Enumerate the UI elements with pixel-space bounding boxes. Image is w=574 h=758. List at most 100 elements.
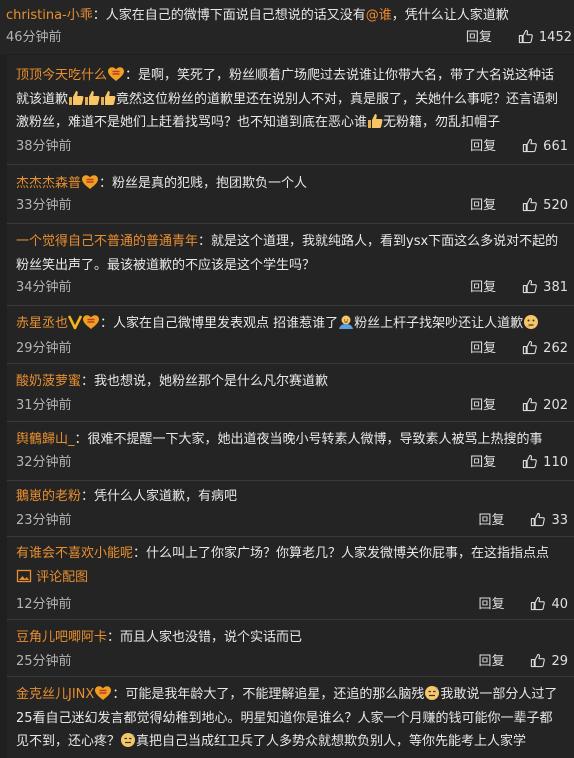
thumbs-up-emoji-icon: [101, 90, 116, 105]
reply-time: 32分钟前: [16, 455, 72, 470]
reply-item: 鵝崽的老粉：凭什么人家道歉，有病吧 23分钟前 回复 33: [7, 481, 574, 538]
thumbs-up-icon: [518, 29, 533, 44]
like-button[interactable]: 110: [522, 454, 568, 470]
reply-body: ：可能是我年龄大了，不能理解追星，还追的那么脑残: [112, 687, 425, 702]
reply-actions: 回复 40: [478, 596, 568, 614]
reply-username[interactable]: 杰杰杰森普: [16, 176, 81, 191]
reply-list: 顶顶今天吃什么 ：是啊，笑死了，粉丝顺着广场爬过去说谁让你带大名，带了大名说这种话…: [7, 55, 574, 758]
reply-text: 有谁会不喜欢小能呢：什么叫上了你家广场？你算老几？人家发微博关你屁事，在这指指点…: [16, 542, 564, 566]
reply-body: ：我也想说，她粉丝那个是什么凡尔赛道歉: [81, 374, 329, 389]
reply-time: 25分钟前: [16, 654, 72, 669]
reply-item: 豆角儿吧唧阿卡：而且人家也没错，说个实话而已 25分钟前 回复 29: [7, 620, 574, 677]
like-count: 661: [543, 139, 568, 154]
reply-button[interactable]: 回复: [478, 512, 504, 530]
reply-username[interactable]: 酸奶菠萝蜜: [16, 374, 81, 389]
reply-body-end: 无粉籍，勿乱扣帽子: [383, 115, 501, 130]
like-button[interactable]: 381: [522, 279, 568, 295]
thumbs-up-icon: [523, 397, 538, 412]
reply-actions: 回复 381: [470, 279, 568, 297]
like-button[interactable]: 661: [522, 138, 568, 154]
reply-text: 一个觉得自己不普通的普通青年：就是这个道理，我就纯路人，看到ysx下面这么多说对…: [16, 230, 564, 277]
reply-button[interactable]: 回复: [470, 279, 496, 297]
reply-actions: 回复 262: [470, 340, 568, 358]
reply-text: 杰杰杰森普 ：粉丝是真的犯贱，抱团欺负一个人: [16, 172, 564, 196]
like-button[interactable]: 202: [522, 397, 568, 413]
reply-item: 顶顶今天吃什么 ：是啊，笑死了，粉丝顺着广场爬过去说谁让你带大名，带了大名说这种话…: [7, 55, 574, 160]
reply-actions: 回复 33: [478, 512, 568, 530]
thumbs-up-icon: [523, 279, 538, 294]
thumbs-up-emoji-icon: [368, 114, 383, 128]
comment-image-label[interactable]: 评论配图: [36, 570, 88, 585]
fan-badge-icon: [83, 315, 100, 329]
reply-username[interactable]: 豆角儿吧唧阿卡: [16, 630, 107, 645]
verified-v-icon: [68, 315, 83, 330]
like-count: 110: [543, 455, 568, 470]
reply-username[interactable]: 舆鶴歸山_: [16, 432, 75, 447]
comment-actions: 回复 1452: [466, 29, 572, 47]
thumbs-up-icon: [531, 596, 546, 611]
like-button[interactable]: 29: [530, 653, 568, 669]
reply-username[interactable]: 鵝崽的老粉: [16, 489, 81, 504]
reply-button[interactable]: 回复: [466, 29, 492, 47]
reply-time: 33分钟前: [16, 198, 72, 213]
reply-username[interactable]: 顶顶今天吃什么: [16, 68, 107, 83]
reply-button[interactable]: 回复: [478, 596, 504, 614]
thumbs-up-icon: [531, 512, 546, 527]
reply-button[interactable]: 回复: [478, 653, 504, 671]
reply-text: 金克丝儿JINX ：可能是我年龄大了，不能理解追星，还追的那么脑残 我敢说一部分人过…: [16, 683, 564, 754]
reply-button[interactable]: 回复: [470, 197, 496, 215]
reply-text: 酸奶菠萝蜜：我也想说，她粉丝那个是什么凡尔赛道歉: [16, 370, 564, 394]
reply-button[interactable]: 回复: [470, 397, 496, 415]
reply-time: 23分钟前: [16, 513, 72, 528]
fan-badge-icon: [95, 686, 112, 700]
like-button[interactable]: 1452: [518, 29, 572, 45]
like-button[interactable]: 40: [530, 596, 568, 612]
reply-text: 顶顶今天吃什么 ：是啊，笑死了，粉丝顺着广场爬过去说谁让你带大名，带了大名说这种话…: [16, 64, 564, 135]
reply-body: ：人家在自己微博里发表观点 招谁惹谁了: [100, 316, 339, 331]
reply-username[interactable]: 金克丝儿JINX: [16, 687, 94, 702]
reply-text: 赤星丞也 ：人家在自己微博里发表观点 招谁惹谁了 粉丝上杆子找架吵还让人道歉: [16, 312, 564, 336]
like-count: 29: [551, 654, 568, 669]
like-count: 262: [543, 341, 568, 356]
reply-body: ：很难不提醒一下大家，她出道夜当晚小号转素人微博，导致素人被骂上热搜的事: [74, 432, 543, 447]
thumbs-up-icon: [531, 653, 546, 668]
like-button[interactable]: 520: [522, 197, 568, 213]
thumbs-up-emoji-icon: [69, 90, 84, 105]
reply-username[interactable]: 赤星丞也: [16, 316, 68, 331]
like-button[interactable]: 262: [522, 340, 568, 356]
reply-actions: 回复 661: [470, 138, 568, 156]
like-count: 202: [543, 398, 568, 413]
reply-text: 豆角儿吧唧阿卡：而且人家也没错，说个实话而已: [16, 626, 564, 650]
thumbs-up-icon: [523, 197, 538, 212]
reply-time: 29分钟前: [16, 341, 72, 356]
sweat-smile-emoji-icon: [425, 686, 440, 700]
reply-body: ：什么叫上了你家广场？你算老几？人家发微博关你屁事，在这指指点点: [133, 546, 550, 561]
reply-time: 34分钟前: [16, 280, 72, 295]
top-comment-text: christina-小乖：人家在自己的微博下面说自己想说的话又没有@谁，凭什么让…: [6, 6, 572, 26]
reply-username[interactable]: 有谁会不喜欢小能呢: [16, 546, 133, 561]
reply-actions: 回复 520: [470, 197, 568, 215]
reply-item: 一个觉得自己不普通的普通青年：就是这个道理，我就纯路人，看到ysx下面这么多说对…: [7, 224, 574, 304]
reply-item: 有谁会不喜欢小能呢：什么叫上了你家广场？你算老几？人家发微博关你屁事，在这指指点…: [7, 537, 574, 618]
colon: ：: [92, 8, 106, 23]
reply-body-end: 真把自己当成红卫兵了人多势众就想欺负别人，等你先能考上人家学: [136, 734, 527, 749]
reply-body: ：粉丝是真的犯贱，抱团欺负一个人: [99, 176, 308, 191]
thumbs-up-icon: [523, 138, 538, 153]
mention-link[interactable]: @谁: [366, 8, 392, 23]
reply-button[interactable]: 回复: [470, 138, 496, 156]
comment-image-link[interactable]: 评论配图: [16, 566, 564, 590]
thumbs-up-icon: [523, 454, 538, 469]
thumbs-up-icon: [523, 340, 538, 355]
reply-time: 12分钟前: [16, 597, 72, 612]
reply-text: 鵝崽的老粉：凭什么人家道歉，有病吧: [16, 485, 564, 509]
reply-username[interactable]: 一个觉得自己不普通的普通青年: [16, 234, 198, 249]
reply-button[interactable]: 回复: [470, 454, 496, 472]
reply-button[interactable]: 回复: [470, 340, 496, 358]
reply-item: 杰杰杰森普 ：粉丝是真的犯贱，抱团欺负一个人 33分钟前 回复 520: [7, 165, 574, 223]
fan-badge-icon: [108, 67, 125, 81]
image-icon: [16, 569, 32, 583]
top-comment: christina-小乖：人家在自己的微博下面说自己想说的话又没有@谁，凭什么让…: [0, 0, 574, 54]
comment-time: 46分钟前: [6, 30, 62, 45]
like-button[interactable]: 33: [530, 512, 568, 528]
comment-username[interactable]: christina-小乖: [6, 8, 93, 23]
